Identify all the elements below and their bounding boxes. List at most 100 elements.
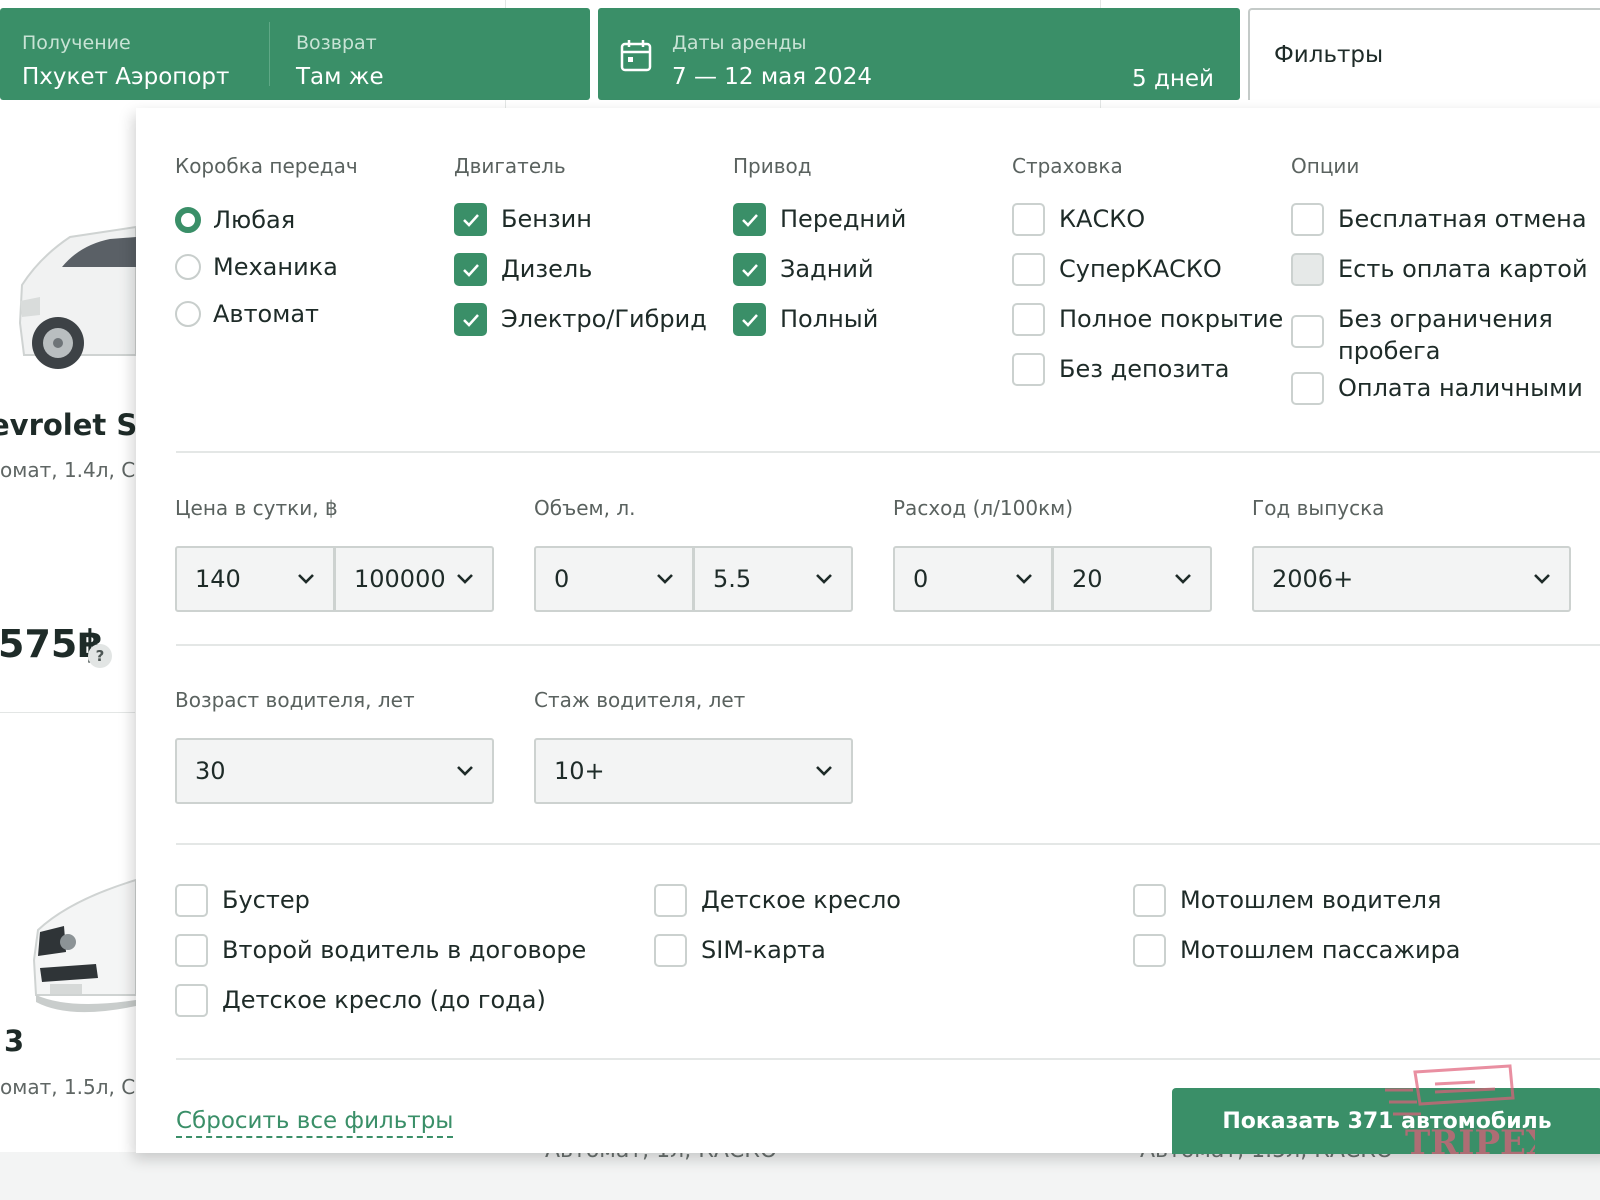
option-label: Электро/Гибрид (501, 305, 707, 333)
driver-age-select[interactable]: 30 (175, 738, 494, 804)
filters-button[interactable]: Фильтры (1248, 8, 1600, 100)
option-label: КАСКО (1059, 205, 1146, 233)
extra-child-seat[interactable]: Детское кресло (654, 884, 901, 917)
insurance-option-kasko[interactable]: КАСКО (1012, 203, 1145, 236)
chevron-down-icon (1016, 574, 1032, 584)
volume-max-select[interactable]: 5.5 (694, 546, 853, 612)
reset-filters-link[interactable]: Сбросить все фильтры (176, 1108, 454, 1138)
extra-booster[interactable]: Бустер (175, 884, 310, 917)
checkbox[interactable] (654, 884, 687, 917)
checkbox-checked[interactable] (454, 203, 487, 236)
checkbox[interactable] (1012, 253, 1045, 286)
filters-panel: Коробка передач Любая Механика Автомат Д… (136, 108, 1600, 1153)
option-free-cancellation[interactable]: Бесплатная отмена (1291, 203, 1587, 236)
checkbox-checked[interactable] (733, 253, 766, 286)
checkbox[interactable] (175, 934, 208, 967)
engine-option-petrol[interactable]: Бензин (454, 203, 592, 236)
price-min-select[interactable]: 140 (175, 546, 335, 612)
extra-sim-card[interactable]: SIM-карта (654, 934, 826, 967)
checkbox-checked[interactable] (733, 203, 766, 236)
checkbox[interactable] (1133, 934, 1166, 967)
dropoff-value: Там же (296, 64, 384, 90)
gearbox-option-any[interactable]: Любая (175, 204, 295, 236)
select-value: 20 (1072, 565, 1103, 593)
gearbox-title: Коробка передач (175, 154, 358, 178)
checkbox[interactable] (654, 934, 687, 967)
option-label: Второй водитель в договоре (222, 936, 587, 964)
extra-infant-seat[interactable]: Детское кресло (до года) (175, 984, 546, 1017)
volume-min-select[interactable]: 0 (534, 546, 694, 612)
volume-title: Объем, л. (534, 496, 636, 520)
drive-option-rear[interactable]: Задний (733, 253, 874, 286)
consumption-max-select[interactable]: 20 (1053, 546, 1212, 612)
option-cash-payment[interactable]: Оплата наличными (1291, 372, 1583, 405)
checkbox[interactable] (1012, 203, 1045, 236)
car-image-sedan[interactable] (0, 205, 136, 385)
extra-driver-helmet[interactable]: Мотошлем водителя (1133, 884, 1441, 917)
car-image-hatchback[interactable] (0, 860, 136, 1020)
section-divider (176, 843, 1600, 845)
extra-second-driver[interactable]: Второй водитель в договоре (175, 934, 586, 967)
chevron-down-icon (657, 574, 673, 584)
dropoff-label: Возврат (296, 32, 377, 54)
insurance-option-no-deposit[interactable]: Без депозита (1012, 353, 1229, 386)
insurance-option-full-coverage[interactable]: Полное покрытие (1012, 303, 1283, 336)
dropoff-field[interactable]: Возврат Там же (296, 8, 384, 90)
drive-option-all-wheel[interactable]: Полный (733, 303, 878, 336)
insurance-option-superkasko[interactable]: СуперКАСКО (1012, 253, 1222, 286)
checkbox-checked[interactable] (733, 303, 766, 336)
option-label: Оплата наличными (1338, 374, 1583, 402)
price-help-icon[interactable]: ? (88, 644, 112, 668)
car-name[interactable]: evrolet So (0, 408, 157, 442)
checkbox[interactable] (1291, 253, 1324, 286)
checkbox[interactable] (1012, 303, 1045, 336)
select-value: 100000 (354, 565, 446, 593)
pickup-value: Пхукет Аэропорт (22, 64, 230, 90)
checkbox[interactable] (1291, 203, 1324, 236)
year-title: Год выпуска (1252, 496, 1385, 520)
option-card-payment[interactable]: Есть оплата картой (1291, 253, 1588, 286)
gearbox-option-automatic[interactable]: Автомат (175, 298, 319, 330)
select-value: 0 (554, 565, 570, 593)
select-value: 2006+ (1272, 565, 1354, 593)
drive-option-front[interactable]: Передний (733, 203, 906, 236)
checkbox[interactable] (1012, 353, 1045, 386)
gearbox-option-manual[interactable]: Механика (175, 251, 338, 283)
section-divider (176, 451, 1600, 453)
consumption-min-select[interactable]: 0 (893, 546, 1053, 612)
checkbox[interactable] (1133, 884, 1166, 917)
insurance-title: Страховка (1012, 154, 1123, 178)
tripex-watermark-logo: TRIPEX (1385, 1064, 1535, 1162)
radio-selected[interactable] (175, 207, 201, 233)
price-max-select[interactable]: 100000 (335, 546, 494, 612)
checkbox[interactable] (1291, 315, 1324, 348)
section-divider (176, 644, 1600, 646)
pickup-field[interactable]: Получение Пхукет Аэропорт (22, 8, 229, 90)
engine-option-electric-hybrid[interactable]: Электро/Гибрид (454, 303, 707, 336)
driver-experience-select[interactable]: 10+ (534, 738, 853, 804)
option-label: Бесплатная отмена (1338, 205, 1587, 233)
check-icon (462, 313, 479, 327)
radio[interactable] (175, 254, 201, 280)
checkbox-checked[interactable] (454, 303, 487, 336)
checkbox-checked[interactable] (454, 253, 487, 286)
option-unlimited-mileage[interactable]: Без ограничения пробега (1291, 303, 1553, 367)
radio[interactable] (175, 301, 201, 327)
car-name[interactable]: 3 (4, 1024, 24, 1058)
option-label: Задний (780, 255, 874, 283)
engine-option-diesel[interactable]: Дизель (454, 253, 592, 286)
pickup-label: Получение (22, 32, 131, 54)
option-label: Любая (213, 206, 296, 234)
check-icon (462, 213, 479, 227)
check-icon (741, 263, 758, 277)
svg-text:TRIPEX: TRIPEX (1405, 1123, 1535, 1162)
location-search-segment[interactable]: Получение Пхукет Аэропорт Возврат Там же (0, 8, 590, 100)
checkbox[interactable] (175, 984, 208, 1017)
checkbox[interactable] (175, 884, 208, 917)
rental-dates-field[interactable]: Даты аренды 7 — 12 мая 2024 5 дней (598, 8, 1240, 100)
option-label: Мотошлем водителя (1180, 886, 1442, 914)
check-icon (741, 313, 758, 327)
checkbox[interactable] (1291, 372, 1324, 405)
year-select[interactable]: 2006+ (1252, 546, 1571, 612)
extra-passenger-helmet[interactable]: Мотошлем пассажира (1133, 934, 1461, 967)
